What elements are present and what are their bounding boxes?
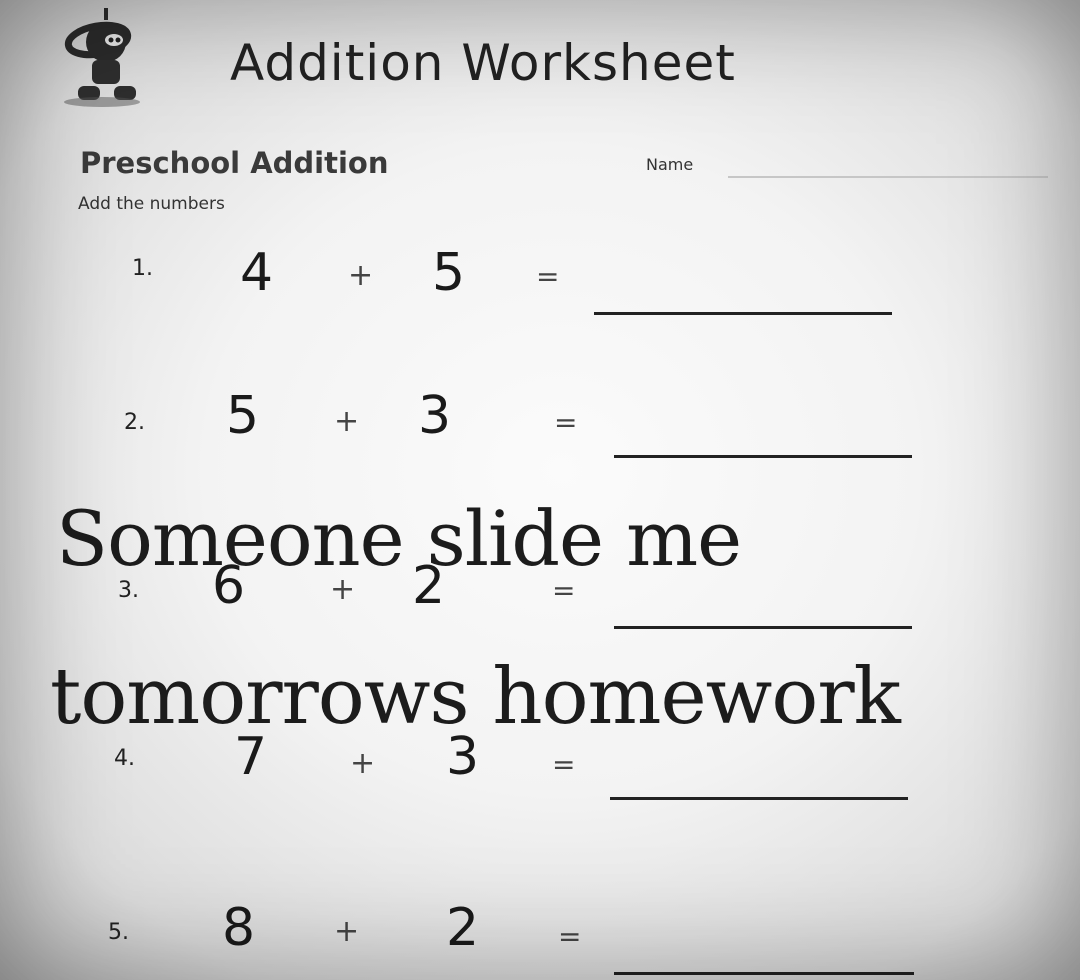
answer-line[interactable] — [614, 455, 912, 458]
answer-line[interactable] — [594, 312, 892, 315]
name-field-line[interactable] — [728, 176, 1048, 178]
addend-b: 3 — [418, 386, 452, 446]
worksheet-title: Addition Worksheet — [230, 34, 736, 92]
answer-line[interactable] — [610, 797, 908, 800]
addend-a: 4 — [240, 243, 274, 303]
plus-sign: + — [348, 258, 374, 293]
plus-sign: + — [334, 914, 360, 949]
problem-number: 4. — [114, 746, 135, 771]
mascot-logo-icon — [64, 8, 140, 107]
worksheet-instruction: Add the numbers — [78, 194, 225, 214]
equals-sign: = — [552, 748, 576, 781]
problem-number: 5. — [108, 920, 129, 945]
problem-number: 1. — [132, 256, 153, 281]
meme-caption-line-2: tomorrows homework — [50, 652, 901, 742]
addend-b: 2 — [446, 898, 480, 958]
equals-sign: = — [554, 406, 578, 439]
equals-sign: = — [536, 260, 560, 293]
plus-sign: + — [350, 746, 376, 781]
problem-number: 2. — [124, 410, 145, 435]
addend-a: 5 — [226, 386, 260, 446]
addend-a: 8 — [222, 898, 256, 958]
answer-line[interactable] — [614, 972, 914, 975]
plus-sign: + — [334, 404, 360, 439]
answer-line[interactable] — [614, 626, 912, 629]
worksheet-page: Addition Worksheet Preschool Addition Ad… — [0, 0, 1080, 980]
addend-b: 5 — [432, 243, 466, 303]
equals-sign: = — [558, 920, 582, 953]
name-label: Name — [646, 155, 694, 174]
worksheet-subtitle: Preschool Addition — [80, 146, 389, 180]
meme-caption-line-1: Someone slide me — [56, 494, 742, 583]
